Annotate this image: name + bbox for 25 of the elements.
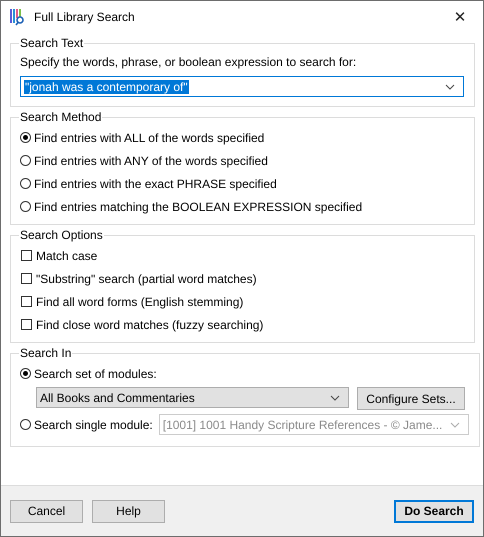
radio-option[interactable]: Search set of modules: <box>20 362 470 385</box>
radio-option[interactable]: Find entries matching the BOOLEAN EXPRESSION specified <box>20 195 464 218</box>
window-title: Full Library Search <box>34 10 135 24</box>
search-field[interactable]: "jonah was a contemporary of" <box>20 76 464 97</box>
checkbox-option[interactable]: Match case <box>20 244 464 267</box>
group-title: Search Method <box>19 110 102 124</box>
checkbox-option[interactable]: Find close word matches (fuzzy searching) <box>20 313 464 336</box>
group-title: Search Text <box>19 36 84 50</box>
module-set-dropdown[interactable]: All Books and Commentaries <box>36 387 349 408</box>
dropdown-chevron-icon <box>330 394 340 400</box>
close-button[interactable]: ✕ <box>437 1 483 32</box>
radio-option[interactable]: Find entries with ANY of the words specified <box>20 149 464 172</box>
radio-option[interactable]: Find entries with ALL of the words specified <box>20 126 464 149</box>
dropdown-chevron-icon <box>445 84 455 90</box>
group-title: Search In <box>19 346 72 360</box>
group-title: Search Options <box>19 228 104 242</box>
search-prompt: Specify the words, phrase, or boolean expression to search for: <box>20 55 358 69</box>
dialog-button[interactable]: Do Search <box>394 500 474 522</box>
checkbox-option[interactable]: "Substring" search (partial word matches) <box>20 267 464 290</box>
radio-option[interactable]: Find entries with the exact PHRASE specified <box>20 172 464 195</box>
configure-sets-button[interactable]: Configure Sets... <box>357 387 465 410</box>
dropdown-chevron-icon <box>450 422 460 428</box>
dialog-button[interactable]: Help <box>92 500 165 522</box>
dialog-button[interactable]: Cancel <box>10 500 83 522</box>
checkbox-option[interactable]: Find all word forms (English stemming) <box>20 290 464 313</box>
